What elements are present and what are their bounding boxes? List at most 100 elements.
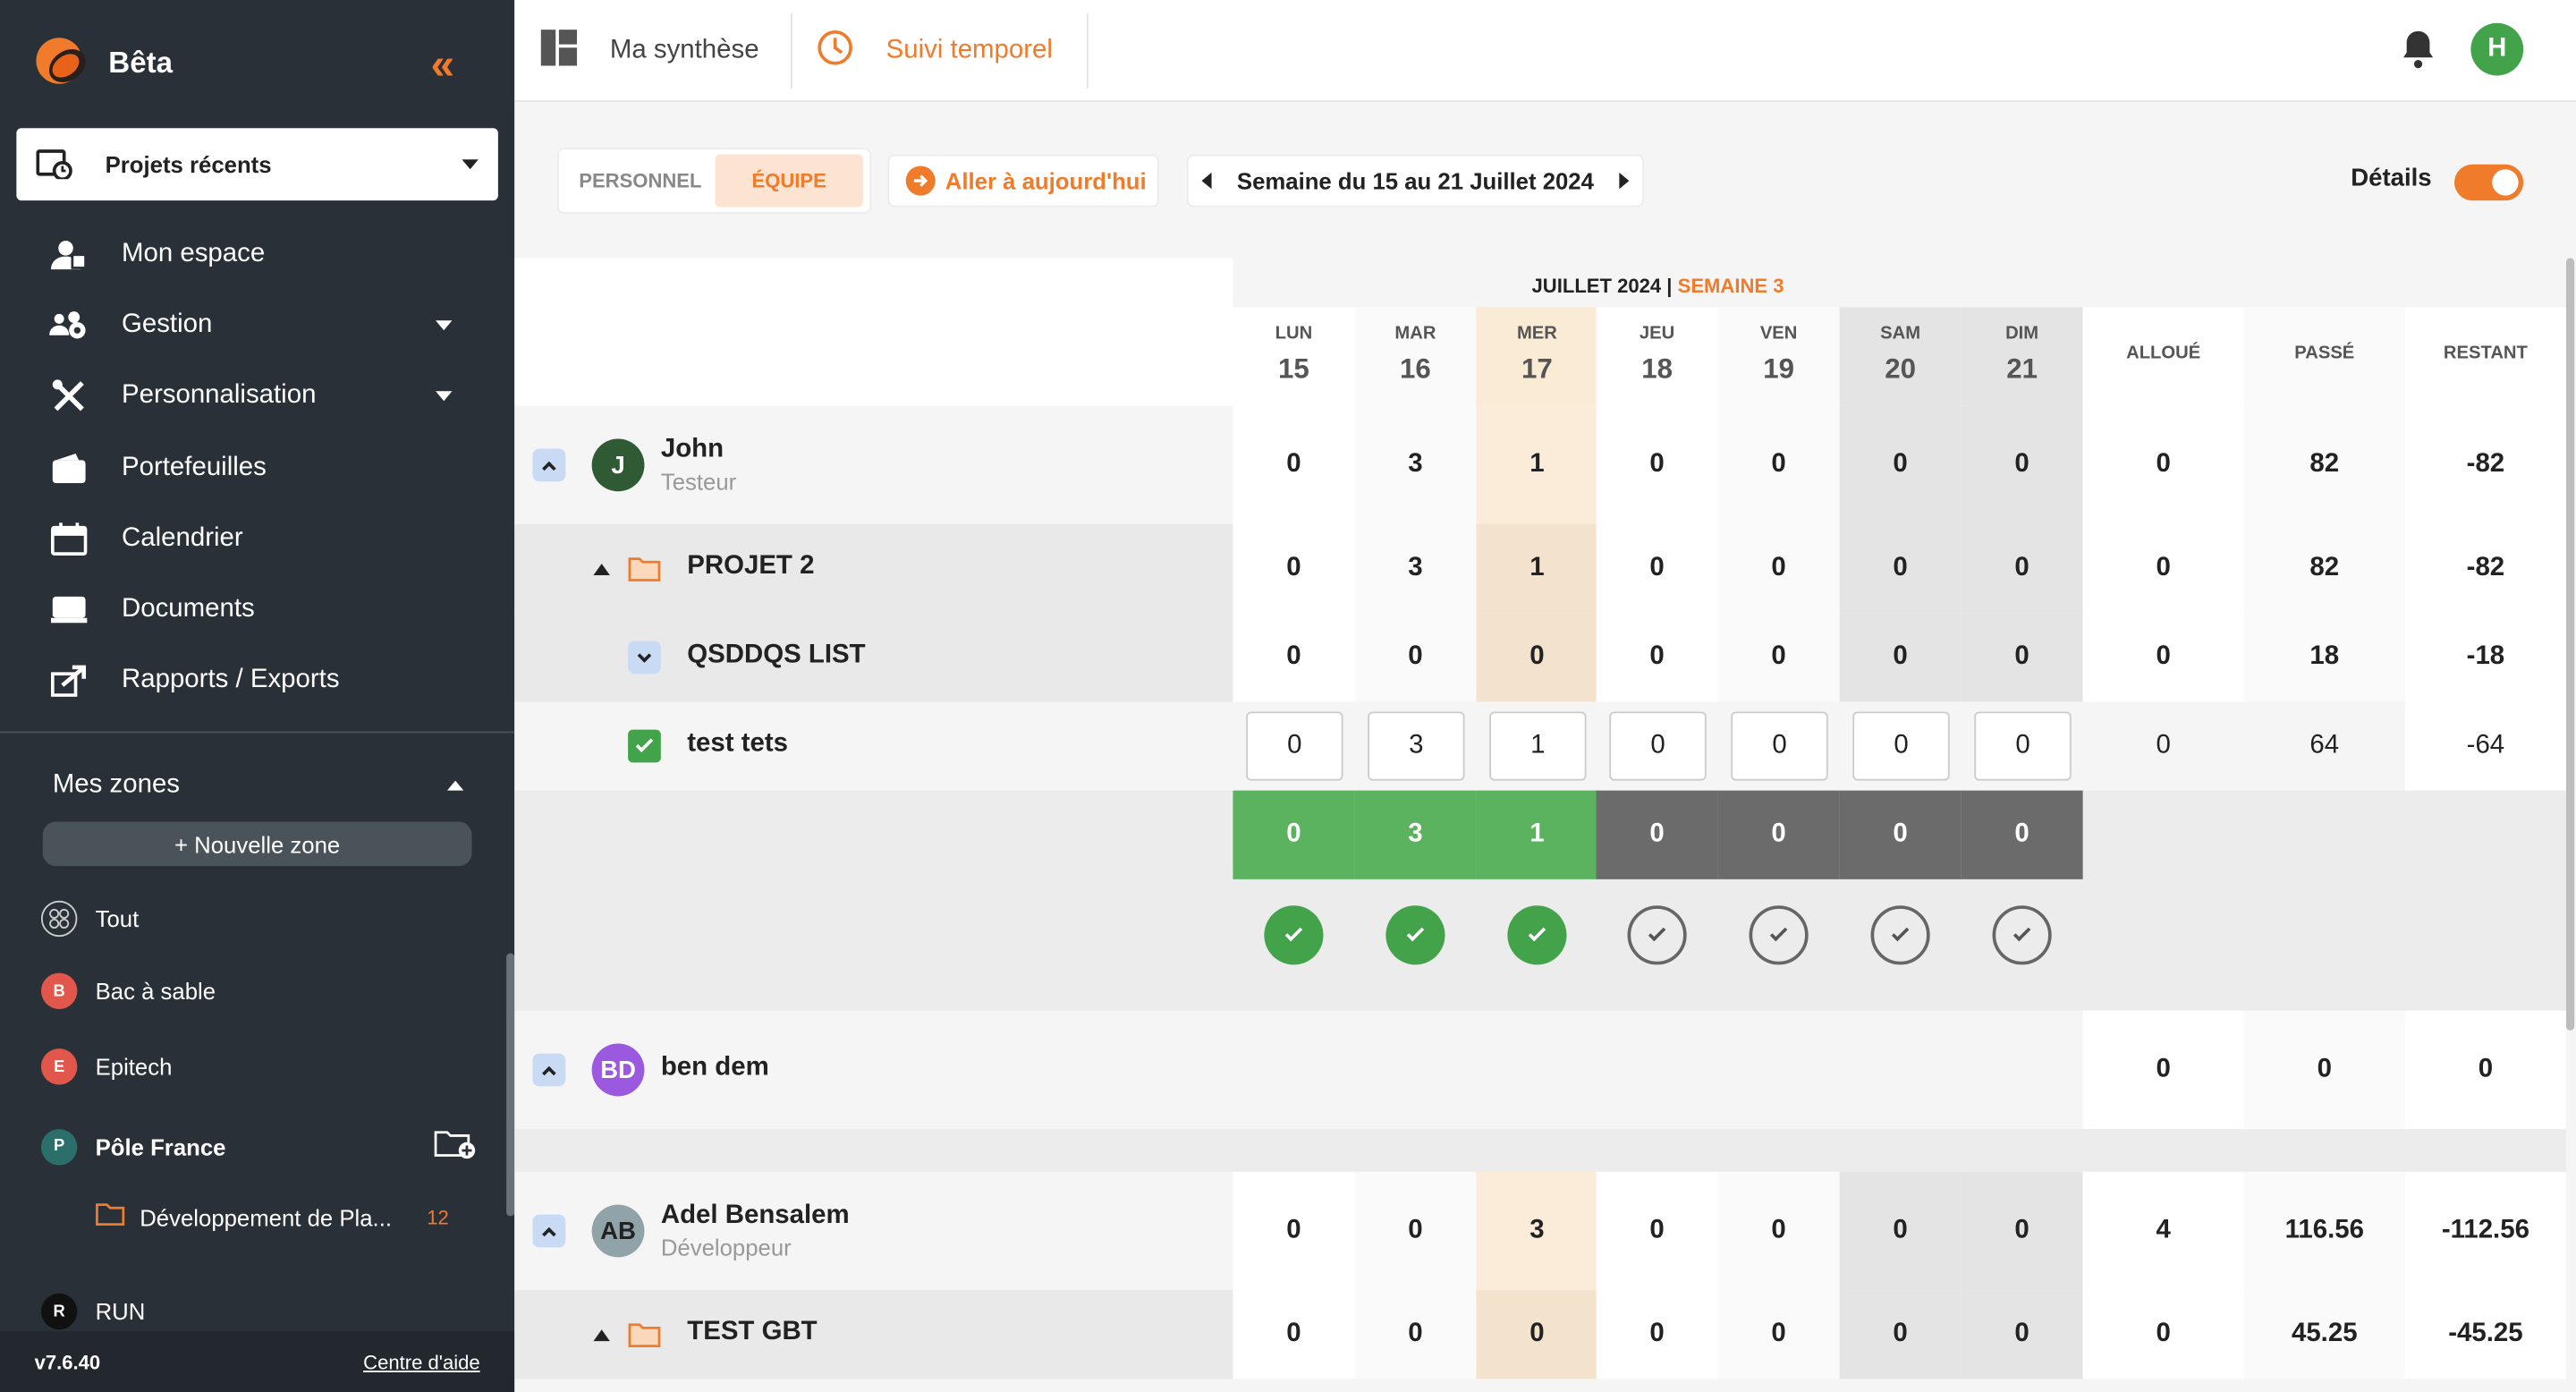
collapse-row-icon[interactable]	[532, 1053, 566, 1087]
task-name: test tets	[687, 729, 789, 758]
sidebar-scrollbar[interactable]	[506, 953, 515, 1217]
zones-section-header[interactable]: Mes zones	[53, 771, 464, 801]
day-value: 0	[2014, 450, 2029, 479]
nav-item-gestion[interactable]: Gestion	[0, 290, 514, 361]
day-number: 17	[1521, 352, 1553, 385]
restant-header: RESTANT	[2443, 343, 2528, 363]
nav-item-rapports-exports[interactable]: Rapports / Exports	[0, 646, 514, 717]
folder-icon	[628, 1321, 661, 1347]
content-scrollbar[interactable]	[2565, 258, 2575, 1031]
day-value: 0	[1771, 554, 1786, 582]
passe-value: 82	[2309, 554, 2340, 582]
help-center-link[interactable]: Centre d'aide	[363, 1350, 480, 1373]
timesheet-grid: JUILLET 2024 | SEMAINE 3 LUN 15 MAR 16 MER 17…	[514, 258, 2576, 1392]
day-name: LUN	[1275, 323, 1313, 344]
daily-total: 0	[2014, 819, 2029, 848]
details-toggle[interactable]	[2453, 164, 2524, 201]
zone-item-bac-a-sable[interactable]: B Bac à sable	[40, 972, 477, 1009]
person-role: Testeur	[660, 468, 737, 495]
brand[interactable]: Bêta	[33, 33, 173, 92]
zone-item-tout[interactable]: Tout	[40, 900, 477, 938]
day-value: 0	[1771, 1216, 1786, 1244]
nav-item-mon-espace[interactable]: Mon espace	[0, 218, 514, 290]
zone-badge: E	[40, 1048, 78, 1085]
day-value: 0	[2014, 1216, 2029, 1244]
week-label: Semaine du 15 au 21 Juillet 2024	[1236, 167, 1594, 194]
nav-item-documents[interactable]: Documents	[0, 574, 514, 646]
validate-day-icon[interactable]	[1992, 905, 2052, 965]
nav-item-calendrier[interactable]: Calendrier	[0, 503, 514, 574]
alloue-value: 0	[2156, 450, 2171, 479]
collapse-row-icon[interactable]	[532, 1214, 566, 1248]
hours-input[interactable]: 0	[1609, 711, 1707, 781]
person-role: Développeur	[660, 1234, 792, 1261]
zone-label: Pôle France	[95, 1133, 226, 1160]
hours-input[interactable]: 0	[1246, 711, 1343, 781]
nav-label: Calendrier	[122, 523, 243, 552]
tab-suivi-temporel[interactable]: Suivi temporel	[817, 0, 1053, 102]
prev-week-icon[interactable]	[1201, 172, 1212, 190]
zone-item-epitech[interactable]: E Epitech	[40, 1048, 477, 1085]
validate-day-icon[interactable]	[1870, 905, 1930, 965]
new-zone-button[interactable]: + Nouvelle zone	[42, 821, 472, 867]
row-label-bg	[514, 701, 1233, 791]
sidebar-divider	[0, 731, 515, 734]
day-value: 3	[1408, 554, 1423, 582]
daily-total: 0	[1649, 819, 1665, 848]
zone-item-run[interactable]: R RUN	[40, 1293, 477, 1330]
day-number: 21	[2006, 352, 2038, 385]
validated-day-icon[interactable]	[1385, 905, 1445, 965]
validated-day-icon[interactable]	[1507, 905, 1567, 965]
day-value: 0	[1286, 642, 1301, 671]
collapse-triangle-icon[interactable]	[593, 564, 610, 575]
go-today-button[interactable]: Aller à aujourd'hui	[887, 154, 1159, 208]
day-name: SAM	[1880, 323, 1921, 344]
validated-day-icon[interactable]	[1264, 905, 1324, 965]
user-avatar[interactable]: H	[2470, 22, 2524, 76]
nav-item-portefeuilles[interactable]: Portefeuilles	[0, 432, 514, 504]
hours-input[interactable]: 0	[1974, 711, 2072, 781]
day-name: MAR	[1394, 323, 1436, 344]
day-value: 0	[1893, 1216, 1908, 1244]
task-checkbox[interactable]	[628, 729, 661, 763]
passe-value: 82	[2309, 450, 2340, 479]
day-number: 19	[1763, 352, 1794, 385]
hours-input[interactable]: 0	[1852, 711, 1950, 781]
user-space-icon	[49, 238, 89, 271]
day-value: 3	[1530, 1216, 1545, 1244]
hours-input[interactable]: 0	[1731, 711, 1828, 781]
collapse-triangle-icon[interactable]	[593, 1329, 610, 1342]
project-name: PROJET 2	[687, 552, 815, 581]
notification-bell-icon[interactable]	[2402, 30, 2435, 69]
collapse-sidebar-icon[interactable]: «	[431, 39, 455, 90]
main-nav: Mon espace Gestion Personnalisation Port…	[0, 218, 514, 717]
daily-total: 0	[1893, 819, 1908, 848]
recent-projects-dropdown[interactable]: Projets récents	[16, 128, 498, 201]
passe-header: PASSÉ	[2294, 343, 2355, 363]
hours-input[interactable]: 1	[1489, 711, 1587, 781]
restant-value: -64	[2466, 731, 2505, 760]
zone-item-pole-france[interactable]: P Pôle France	[40, 1127, 477, 1165]
view-equipe-button[interactable]: ÉQUIPE	[715, 154, 863, 208]
daily-total: 0	[1771, 819, 1786, 848]
alloue-value: 4	[2156, 1216, 2171, 1244]
next-week-icon[interactable]	[1619, 172, 1630, 190]
validate-day-icon[interactable]	[1749, 905, 1809, 965]
validate-day-icon[interactable]	[1627, 905, 1687, 965]
daily-total: 0	[1286, 819, 1301, 848]
add-folder-icon[interactable]	[434, 1127, 477, 1165]
day-header: MER 17	[1476, 308, 1597, 406]
collapse-row-icon[interactable]	[532, 448, 566, 482]
zone-project-item[interactable]: Développement de Pla... 12	[96, 1203, 449, 1231]
go-today-label: Aller à aujourd'hui	[945, 167, 1147, 194]
day-value: 0	[2014, 642, 2029, 671]
hours-input[interactable]: 3	[1368, 711, 1465, 781]
day-value: 0	[1649, 642, 1665, 671]
view-personnel-button[interactable]: PERSONNEL	[565, 155, 715, 208]
nav-item-personnalisation[interactable]: Personnalisation	[0, 361, 514, 432]
brand-name: Bêta	[108, 45, 174, 79]
wallet-icon	[49, 451, 89, 484]
chevron-down-icon	[462, 159, 479, 170]
expand-row-icon[interactable]	[628, 641, 661, 675]
tab-ma-synthese[interactable]: Ma synthèse	[540, 0, 759, 102]
